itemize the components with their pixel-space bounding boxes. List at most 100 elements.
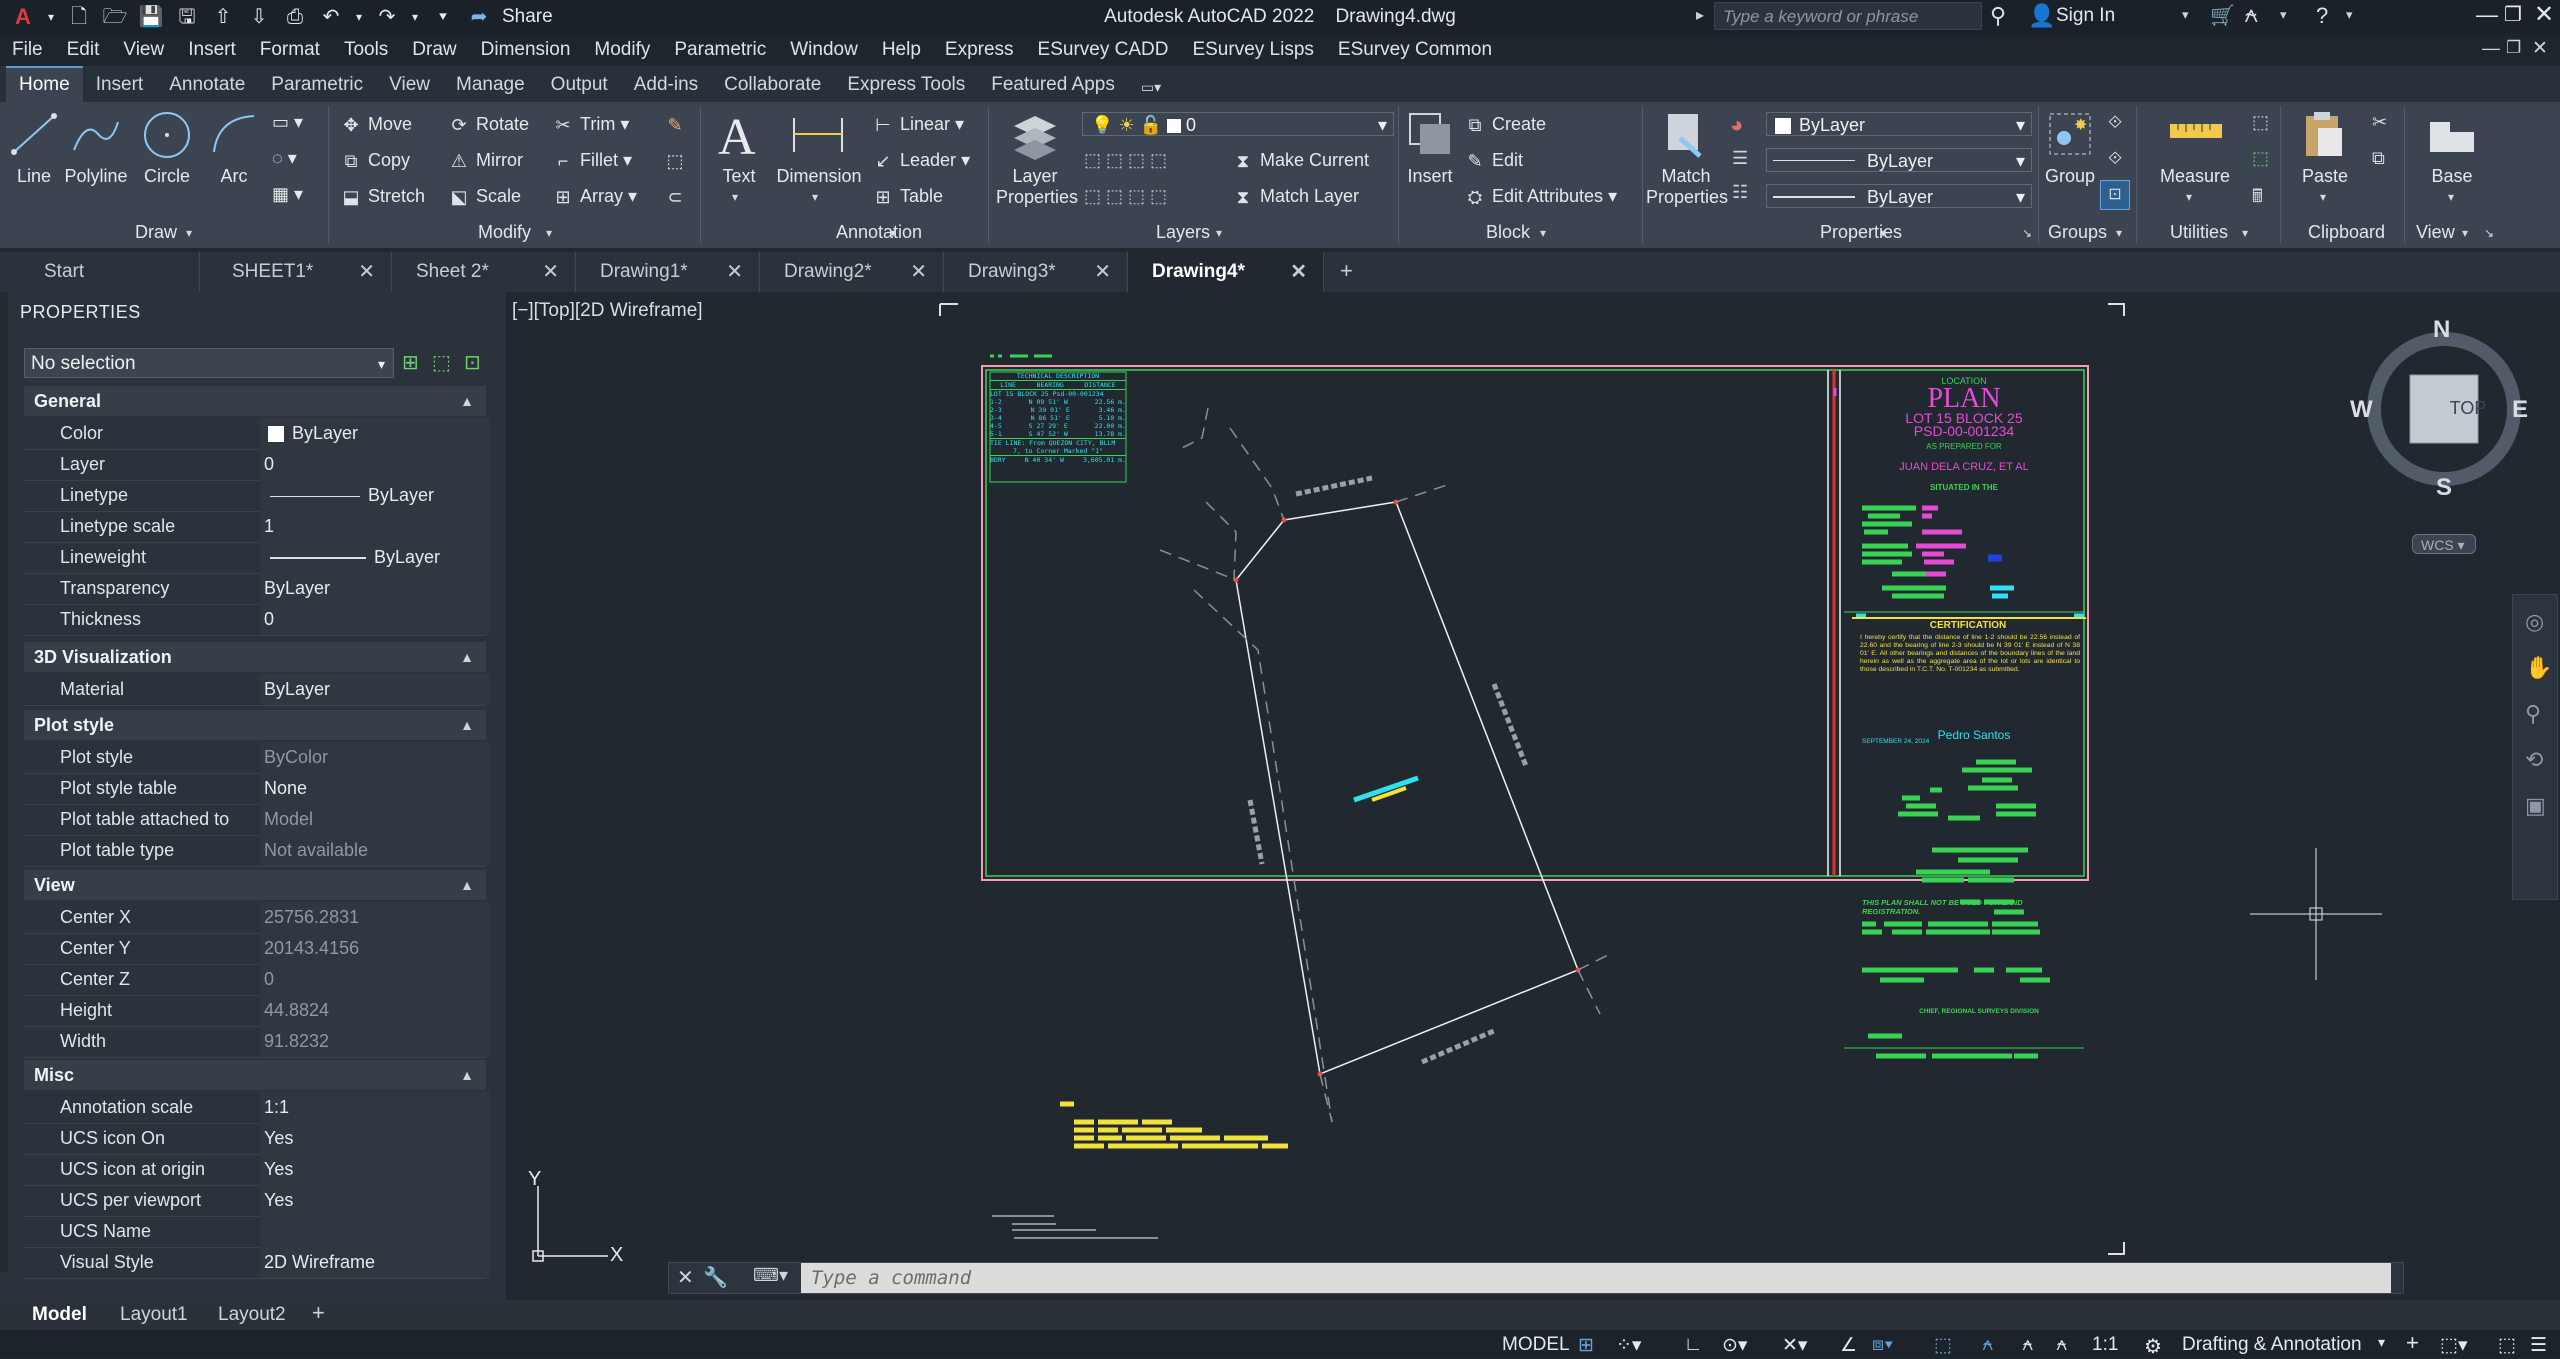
text-button[interactable]: Text <box>714 166 764 187</box>
prop-value[interactable] <box>260 1216 490 1247</box>
prop-row-ucs-name[interactable]: UCS Name <box>24 1216 490 1248</box>
tab-add-ins[interactable]: Add-ins <box>621 74 711 102</box>
ortho-icon[interactable]: ∟ <box>1684 1334 1703 1356</box>
dimension-tool-icon[interactable] <box>788 112 848 158</box>
viewcube-top-face[interactable]: TOP <box>2428 398 2508 419</box>
workspace-switch[interactable]: Drafting & Annotation <box>2182 1334 2362 1356</box>
block-panel-expand-icon[interactable]: ▾ <box>1540 226 1546 240</box>
quick-select-palette-icon[interactable]: ⊡ <box>464 350 481 375</box>
menu-dimension[interactable]: Dimension <box>469 39 583 61</box>
prop-row-height[interactable]: Height 44.8824 <box>24 995 490 1027</box>
mirror-button[interactable]: ⚠ Mirror <box>448 150 523 172</box>
compass-east[interactable]: E <box>2512 396 2528 424</box>
annotation-scale-icon[interactable]: ⍲ <box>2056 1334 2067 1356</box>
prop-row-center-z[interactable]: Center Z 0 <box>24 964 490 996</box>
group-icon[interactable]: ✸ <box>2046 110 2094 158</box>
prop-value[interactable]: 0 <box>260 604 490 635</box>
sign-in-dropdown-icon[interactable]: ▾ <box>2182 7 2189 23</box>
view-launcher-icon[interactable]: ↘ <box>2484 226 2494 240</box>
hatch-icon[interactable]: ◌ ▾ <box>272 148 297 169</box>
annotation-panel-expand-icon[interactable]: ▾ <box>890 226 896 240</box>
quick-select-icon[interactable]: ⬚ <box>2252 112 2269 133</box>
groups-panel-expand-icon[interactable]: ▾ <box>2116 226 2122 240</box>
dimension-dropdown-icon[interactable]: ▾ <box>812 190 818 204</box>
workspace-gear-icon[interactable]: ⚙ <box>2144 1334 2162 1359</box>
paste-dropdown-icon[interactable]: ▾ <box>2320 190 2326 204</box>
match-properties-icon[interactable] <box>1660 108 1710 162</box>
move-button[interactable]: ✥ Move <box>340 114 412 136</box>
orbit-icon[interactable]: ⟲ <box>2525 747 2543 773</box>
prop-value[interactable]: ByLayer <box>260 418 490 449</box>
modify-panel-expand-icon[interactable]: ▾ <box>546 226 552 240</box>
menu-edit[interactable]: Edit <box>55 39 112 61</box>
edit-attributes-button[interactable]: ⛭ Edit Attributes ▾ <box>1464 186 1617 208</box>
prop-row-annotation-scale[interactable]: Annotation scale 1:1 <box>24 1092 490 1124</box>
layer-tools-row-1[interactable]: ⬚ ⬚ ⬚ ⬚ <box>1084 150 1167 171</box>
menu-modify[interactable]: Modify <box>582 39 662 61</box>
restore-icon[interactable]: ❐ <box>2504 2 2522 27</box>
compass-north[interactable]: N <box>2433 316 2450 344</box>
prop-row-plot-table-attached[interactable]: Plot table attached to Model <box>24 804 490 836</box>
group-button[interactable]: Group <box>2040 166 2100 187</box>
minimize-icon[interactable]: — <box>2476 2 2498 28</box>
properties-launcher-icon[interactable]: ↘ <box>2022 226 2032 240</box>
group-selection-toggle-icon[interactable]: ⊡ <box>2100 180 2130 210</box>
doc-tab-start[interactable]: Start <box>20 252 200 292</box>
drawing-viewport[interactable]: [−][Top][2D Wireframe] TECHNICAL DESCRIP… <box>512 292 2560 1300</box>
utilities-panel-title[interactable]: Utilities <box>2170 222 2228 243</box>
auto-scale-icon[interactable]: ⍲ <box>2022 1334 2033 1356</box>
menu-file[interactable]: File <box>0 39 55 61</box>
prop-value[interactable]: Yes <box>260 1123 490 1154</box>
polar-icon[interactable]: ⊙▾ <box>1722 1334 1747 1357</box>
prop-row-thickness[interactable]: Thickness 0 <box>24 604 490 636</box>
match-properties-button[interactable]: Match Properties <box>1646 166 1728 208</box>
lineweight-icon[interactable]: ☰ <box>1732 148 1748 169</box>
ungroup-icon[interactable]: ⟐ <box>2108 112 2122 133</box>
layers-panel-expand-icon[interactable]: ▾ <box>1216 226 1222 240</box>
prop-value[interactable]: ByLayer <box>260 480 490 511</box>
tab-layout2[interactable]: Layout2 <box>218 1304 286 1326</box>
close-command-line-icon[interactable]: ✕ <box>677 1265 694 1290</box>
expand-search-icon[interactable]: ▸ <box>1696 5 1704 25</box>
menu-esurvey-cadd[interactable]: ESurvey CADD <box>1026 39 1181 61</box>
selection-cycling-icon[interactable]: ⬚ <box>1934 1334 1952 1357</box>
menu-help[interactable]: Help <box>870 39 933 61</box>
layer-properties-button[interactable]: Layer Properties <box>996 166 1078 208</box>
tab-manage[interactable]: Manage <box>443 74 538 102</box>
prop-row-plot-style[interactable]: Plot style ByColor <box>24 742 490 774</box>
selection-dropdown[interactable]: No selection ▾ <box>24 348 394 378</box>
doc-tab-sheet1[interactable]: SHEET1* ✕ <box>208 252 392 292</box>
menu-insert[interactable]: Insert <box>176 39 248 61</box>
command-input[interactable]: Type a command <box>801 1263 2391 1293</box>
doc-tab-drawing2[interactable]: Drawing2* ✕ <box>760 252 944 292</box>
array-button[interactable]: ⊞ Array ▾ <box>552 186 637 208</box>
doc-tab-sheet2[interactable]: Sheet 2* ✕ <box>392 252 576 292</box>
prop-row-visual-style[interactable]: Visual Style 2D Wireframe <box>24 1247 490 1279</box>
tab-parametric[interactable]: Parametric <box>258 74 376 102</box>
prop-value[interactable]: ByLayer <box>260 542 490 573</box>
offset-icon[interactable]: ⊂ <box>664 186 692 208</box>
copy-button[interactable]: ⧉ Copy <box>340 150 410 172</box>
prop-value[interactable]: Yes <box>260 1185 490 1216</box>
text-tool-icon[interactable]: A <box>718 108 756 167</box>
prop-row-width[interactable]: Width 91.8232 <box>24 1026 490 1058</box>
polyline-button[interactable]: Polyline <box>60 166 132 187</box>
measure-button[interactable]: Measure <box>2160 166 2230 187</box>
prop-value[interactable]: ByLayer <box>260 674 490 705</box>
close-tab-icon[interactable]: ✕ <box>1094 252 1111 292</box>
prop-value[interactable]: 1 <box>260 511 490 542</box>
color-wheel-icon[interactable]: ◕ <box>1730 112 1743 138</box>
prop-value[interactable]: 1:1 <box>260 1092 490 1123</box>
prop-row-ucs-per-viewport[interactable]: UCS per viewport Yes <box>24 1185 490 1217</box>
wcs-menu-button[interactable]: WCS ▾ <box>2412 534 2476 554</box>
scale-button[interactable]: ⬕ Scale <box>448 186 521 208</box>
erase-icon[interactable]: ✎ <box>664 114 692 136</box>
doc-tab-drawing4[interactable]: Drawing4* ✕ <box>1128 252 1324 292</box>
prop-value[interactable]: 0 <box>260 449 490 480</box>
workspace-dropdown-icon[interactable]: ▾ <box>2378 1334 2385 1351</box>
create-block-button[interactable]: ⧉ Create <box>1464 114 1546 136</box>
toggle-pickadd-icon[interactable]: ⊞ <box>402 350 419 375</box>
menu-parametric[interactable]: Parametric <box>662 39 778 61</box>
copy-clip-icon[interactable]: ⧉ <box>2372 148 2385 169</box>
close-tab-icon[interactable]: ✕ <box>1290 252 1307 292</box>
